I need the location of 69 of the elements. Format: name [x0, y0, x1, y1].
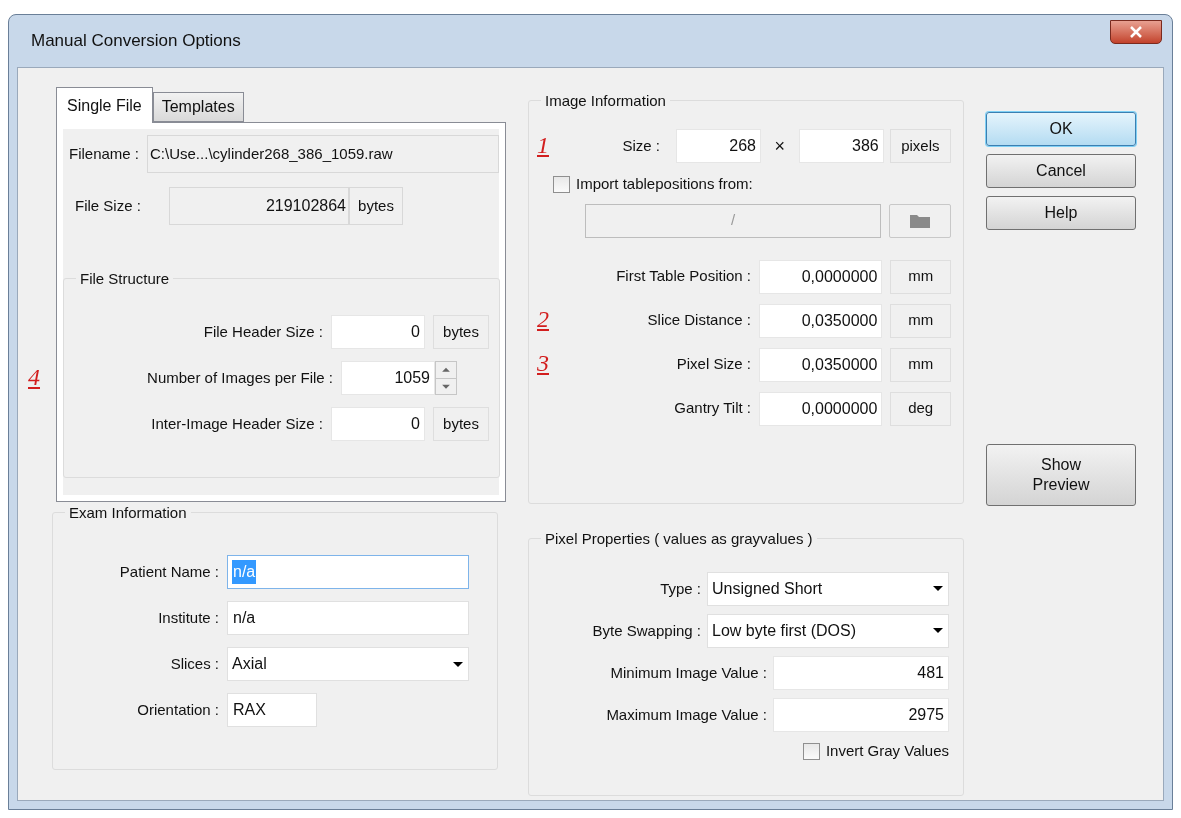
- dropdown[interactable]: Axial: [227, 647, 469, 681]
- unit-label: bytes: [433, 407, 489, 441]
- unit-label: deg: [890, 391, 951, 426]
- field-label: Byte Swapping :: [592, 620, 701, 641]
- field-label: Minimum Image Value :: [610, 662, 767, 683]
- annotation-number: 2: [537, 306, 549, 332]
- dialog-button[interactable]: Cancel: [986, 154, 1136, 188]
- tab[interactable]: Templates: [152, 92, 244, 122]
- field-label: Type :: [660, 578, 701, 599]
- file-size-field: 219102864: [169, 187, 349, 225]
- input-field[interactable]: RAX: [227, 693, 317, 727]
- caret-icon: [932, 627, 944, 635]
- dropdown[interactable]: Low byte first (DOS): [707, 613, 949, 648]
- field-label: Patient Name :: [118, 561, 219, 582]
- input-field[interactable]: n/a: [227, 601, 469, 635]
- unit-label: bytes: [349, 187, 403, 225]
- input-field[interactable]: 481: [773, 655, 949, 690]
- tab[interactable]: Single File: [56, 87, 153, 123]
- caret-icon: [452, 660, 464, 668]
- field-label: Number of Images per File :: [147, 367, 333, 388]
- field-label: Pixel Size :: [675, 354, 751, 375]
- close-icon: [1129, 26, 1143, 38]
- caret-icon: [932, 585, 944, 593]
- annotation-number: 1: [537, 131, 549, 158]
- input-field[interactable]: 1059: [341, 361, 435, 395]
- filename-label: Filename :: [69, 143, 140, 164]
- field-label: Size :: [621, 135, 661, 156]
- field-label: Orientation :: [136, 699, 219, 720]
- checkbox-label: Import tablepositions from:: [576, 174, 753, 194]
- window-title: Manual Conversion Options: [31, 30, 241, 53]
- checkbox[interactable]: [802, 742, 820, 760]
- input-field[interactable]: 0: [331, 407, 425, 441]
- times-sign: ×: [773, 134, 787, 158]
- input-field[interactable]: 0,0000000: [759, 391, 883, 426]
- unit-label: bytes: [433, 315, 489, 349]
- input-field[interactable]: 2975: [773, 697, 949, 732]
- spinner-arrows[interactable]: [435, 361, 457, 395]
- file-size-label: File Size :: [75, 195, 142, 216]
- field-label: Inter-Image Header Size :: [151, 413, 323, 434]
- unit-label: mm: [890, 259, 951, 294]
- checkbox-label: Invert Gray Values: [825, 740, 949, 761]
- input-field[interactable]: 0,0000000: [759, 259, 883, 294]
- unit-label: pixels: [889, 129, 951, 163]
- field-label: Gantry Tilt :: [673, 398, 751, 419]
- input-field[interactable]: 0: [331, 315, 425, 349]
- field-value: n/a: [232, 560, 257, 584]
- field-label: File Header Size :: [203, 321, 323, 342]
- unit-label: mm: [890, 347, 951, 382]
- annotation-number: 3: [537, 350, 549, 376]
- field-label: Slices :: [169, 653, 219, 674]
- field-value: n/a: [232, 608, 257, 628]
- unit-label: mm: [890, 303, 951, 338]
- dropdown[interactable]: Unsigned Short: [707, 571, 949, 606]
- field-label: Slice Distance :: [646, 310, 751, 331]
- dialog-button[interactable]: Help: [986, 196, 1136, 230]
- filename-field: C:\Use...\cylinder268_386_1059.raw: [147, 135, 499, 173]
- folder-icon: [909, 212, 931, 229]
- show-preview-button[interactable]: Show Preview: [986, 444, 1136, 506]
- close-button[interactable]: [1110, 20, 1162, 44]
- input-field[interactable]: 268: [675, 129, 761, 163]
- input-field[interactable]: 0,0350000: [759, 303, 883, 338]
- field-label: Institute :: [157, 607, 219, 628]
- field-label: Maximum Image Value :: [606, 704, 767, 725]
- input-field[interactable]: 386: [798, 129, 884, 163]
- annotation-number: 4: [28, 363, 40, 390]
- browse-button[interactable]: [889, 203, 951, 238]
- input-field[interactable]: 0,0350000: [759, 347, 883, 382]
- field-label: First Table Position :: [615, 266, 751, 287]
- dialog-button[interactable]: OK: [986, 112, 1136, 146]
